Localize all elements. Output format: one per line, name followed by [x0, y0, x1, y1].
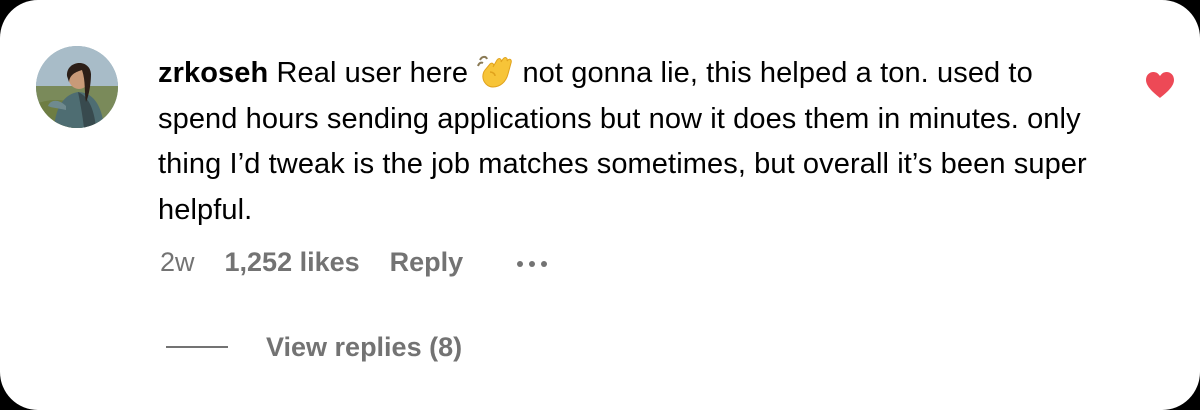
- comment-username[interactable]: zrkoseh: [158, 57, 268, 89]
- view-replies-button[interactable]: View replies (8): [166, 328, 462, 366]
- more-dots-icon: [529, 261, 536, 267]
- view-replies-label: View replies (8): [266, 331, 463, 362]
- avatar-photo-icon: [36, 46, 118, 128]
- comment-text-part-1: Real user here: [276, 57, 469, 89]
- more-dots-icon: [541, 261, 548, 267]
- replies-divider-line: [166, 346, 228, 348]
- comment-meta: 2w 1,252 likes Reply: [160, 244, 548, 280]
- reply-button[interactable]: Reply: [390, 247, 464, 278]
- likes-count[interactable]: 1,252 likes: [225, 247, 360, 278]
- user-avatar[interactable]: [36, 46, 118, 128]
- comment-text: zrkoseh Real user here not gonna lie, th…: [158, 51, 1098, 233]
- heart-filled-icon: [1146, 72, 1174, 98]
- comment-card: zrkoseh Real user here not gonna lie, th…: [0, 0, 1200, 410]
- like-button[interactable]: [1144, 70, 1176, 100]
- more-dots-icon: [517, 261, 524, 267]
- waving-hand-emoji-icon: [476, 54, 514, 88]
- comment-time: 2w: [160, 246, 195, 277]
- more-options-button[interactable]: [517, 257, 548, 267]
